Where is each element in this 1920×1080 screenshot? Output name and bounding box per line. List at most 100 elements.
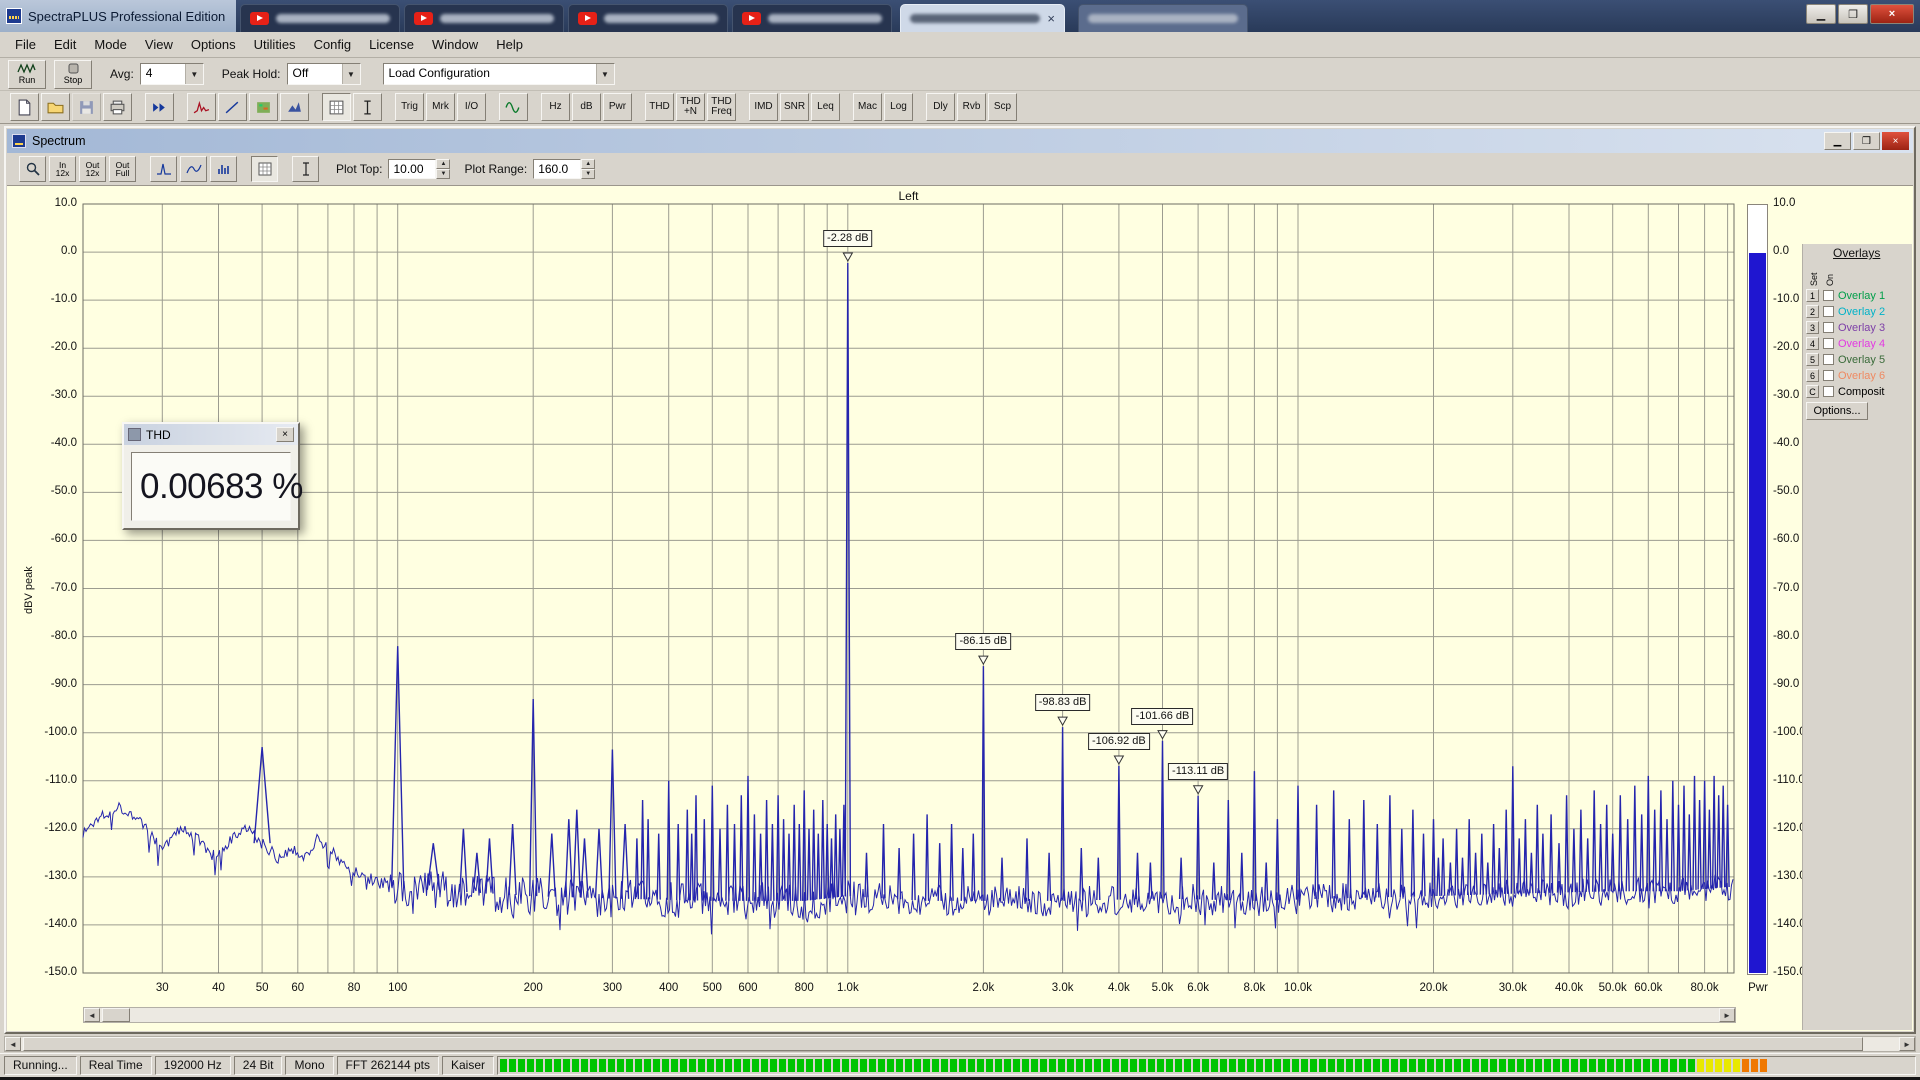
grid-view-button[interactable]	[322, 93, 351, 121]
overlay-on-checkbox-1[interactable]	[1823, 290, 1834, 301]
overlay-set-button-5[interactable]: 5	[1806, 353, 1819, 366]
marker-view-icon	[359, 99, 376, 116]
scroll-left-button[interactable]: ◄	[5, 1037, 21, 1051]
overlays-options-button[interactable]: Options...	[1806, 402, 1868, 420]
tab-close-icon[interactable]: ×	[1047, 12, 1055, 25]
scroll-right-button[interactable]: ►	[1719, 1008, 1735, 1022]
close-button[interactable]: ×	[1882, 132, 1909, 150]
plot-range-stepper[interactable]: ▲▼	[581, 159, 595, 179]
plot-top-stepper[interactable]: ▲▼	[436, 159, 450, 179]
delay-button[interactable]: Dly	[926, 93, 955, 121]
load-configuration-select[interactable]: Load Configuration▼	[383, 63, 615, 85]
trigger-button[interactable]: Trig	[395, 93, 424, 121]
zoom-out-full-button[interactable]: Out Full	[109, 156, 136, 182]
close-icon[interactable]: ×	[276, 427, 294, 442]
browser-tab[interactable]	[568, 4, 728, 32]
minimize-button[interactable]: ▁	[1824, 132, 1851, 150]
overlay-set-button-C[interactable]: C	[1806, 385, 1819, 398]
restore-button[interactable]: ❒	[1853, 132, 1880, 150]
logging-button[interactable]: Log	[884, 93, 913, 121]
scope-button[interactable]: Scp	[988, 93, 1017, 121]
zoom-in-12x-button[interactable]: In 12x	[49, 156, 76, 182]
scroll-right-button[interactable]: ►	[1899, 1037, 1915, 1051]
markers-button[interactable]: Mrk	[426, 93, 455, 121]
bar-display-button[interactable]	[210, 156, 237, 182]
menu-options[interactable]: Options	[182, 34, 245, 55]
print-button[interactable]	[103, 93, 132, 121]
menu-file[interactable]: File	[6, 34, 45, 55]
overlay-on-checkbox-C[interactable]	[1823, 386, 1834, 397]
units-hz-button[interactable]: Hz	[541, 93, 570, 121]
overlay-label: Overlay 3	[1838, 322, 1885, 334]
spectrogram-view-button[interactable]	[249, 93, 278, 121]
scroll-track[interactable]	[100, 1008, 1719, 1022]
scroll-thumb[interactable]	[23, 1037, 1863, 1051]
reverb-button[interactable]: Rvb	[957, 93, 986, 121]
thd-freq-button[interactable]: THD Freq	[707, 93, 736, 121]
scroll-track[interactable]	[21, 1037, 1899, 1051]
thd-button[interactable]: THD	[645, 93, 674, 121]
zoom-out-12x-button[interactable]: Out 12x	[79, 156, 106, 182]
marker-view-button[interactable]	[353, 93, 382, 121]
menu-view[interactable]: View	[136, 34, 182, 55]
overlay-set-button-4[interactable]: 4	[1806, 337, 1819, 350]
run-button[interactable]: Run	[8, 60, 46, 89]
avg-select[interactable]: 4▼	[140, 63, 204, 85]
browser-tab[interactable]	[240, 4, 400, 32]
meter-segment	[1670, 1059, 1677, 1072]
units-db-button[interactable]: dB	[572, 93, 601, 121]
input-output-button[interactable]: I/O	[457, 93, 486, 121]
signal-generator-button[interactable]	[499, 93, 528, 121]
plot-range-input[interactable]	[533, 159, 581, 179]
zoom-button[interactable]	[19, 156, 46, 182]
overlay-set-button-1[interactable]: 1	[1806, 289, 1819, 302]
scroll-thumb[interactable]	[102, 1008, 130, 1022]
meter-segment	[1715, 1059, 1722, 1072]
overlay-on-checkbox-4[interactable]	[1823, 338, 1834, 349]
overlay-on-checkbox-6[interactable]	[1823, 370, 1834, 381]
minimize-button[interactable]: ▁	[1806, 4, 1836, 24]
grid-display-button[interactable]	[251, 156, 278, 182]
main-scrollbar[interactable]: ◄►	[4, 1036, 1916, 1052]
browser-tab[interactable]	[732, 4, 892, 32]
surface-view-button[interactable]	[280, 93, 309, 121]
spectrum-view-button[interactable]	[187, 93, 216, 121]
overlay-set-button-6[interactable]: 6	[1806, 369, 1819, 382]
overlay-on-checkbox-2[interactable]	[1823, 306, 1834, 317]
menu-window[interactable]: Window	[423, 34, 487, 55]
marker-tool-button[interactable]	[292, 156, 319, 182]
overlay-on-checkbox-5[interactable]	[1823, 354, 1834, 365]
menu-config[interactable]: Config	[305, 34, 361, 55]
macro-button[interactable]: Mac	[853, 93, 882, 121]
menu-license[interactable]: License	[360, 34, 423, 55]
leq-button[interactable]: Leq	[811, 93, 840, 121]
peak-curve-button[interactable]	[150, 156, 177, 182]
peak-hold-select[interactable]: Off▼	[287, 63, 361, 85]
menu-edit[interactable]: Edit	[45, 34, 85, 55]
status-3: 24 Bit	[234, 1056, 283, 1075]
overlay-set-button-2[interactable]: 2	[1806, 305, 1819, 318]
plot-scrollbar[interactable]: ◄►	[83, 1007, 1736, 1023]
menu-mode[interactable]: Mode	[85, 34, 136, 55]
fast-forward-button[interactable]	[145, 93, 174, 121]
phase-view-button[interactable]	[218, 93, 247, 121]
overlay-set-button-3[interactable]: 3	[1806, 321, 1819, 334]
browser-tab[interactable]	[1078, 4, 1248, 32]
smooth-curve-button[interactable]	[180, 156, 207, 182]
scroll-left-button[interactable]: ◄	[84, 1008, 100, 1022]
browser-tab[interactable]: ×	[900, 4, 1065, 32]
stop-button[interactable]: Stop	[54, 60, 92, 89]
menu-help[interactable]: Help	[487, 34, 532, 55]
browser-tab[interactable]	[404, 4, 564, 32]
maximize-button[interactable]: ❒	[1838, 4, 1868, 24]
thd-n-button[interactable]: THD +N	[676, 93, 705, 121]
imd-button[interactable]: IMD	[749, 93, 778, 121]
new-file-button[interactable]	[10, 93, 39, 121]
menu-utilities[interactable]: Utilities	[245, 34, 305, 55]
close-button[interactable]: ×	[1870, 4, 1914, 24]
units-pwr-button[interactable]: Pwr	[603, 93, 632, 121]
plot-top-input[interactable]	[388, 159, 436, 179]
open-file-button[interactable]	[41, 93, 70, 121]
snr-button[interactable]: SNR	[780, 93, 809, 121]
overlay-on-checkbox-3[interactable]	[1823, 322, 1834, 333]
